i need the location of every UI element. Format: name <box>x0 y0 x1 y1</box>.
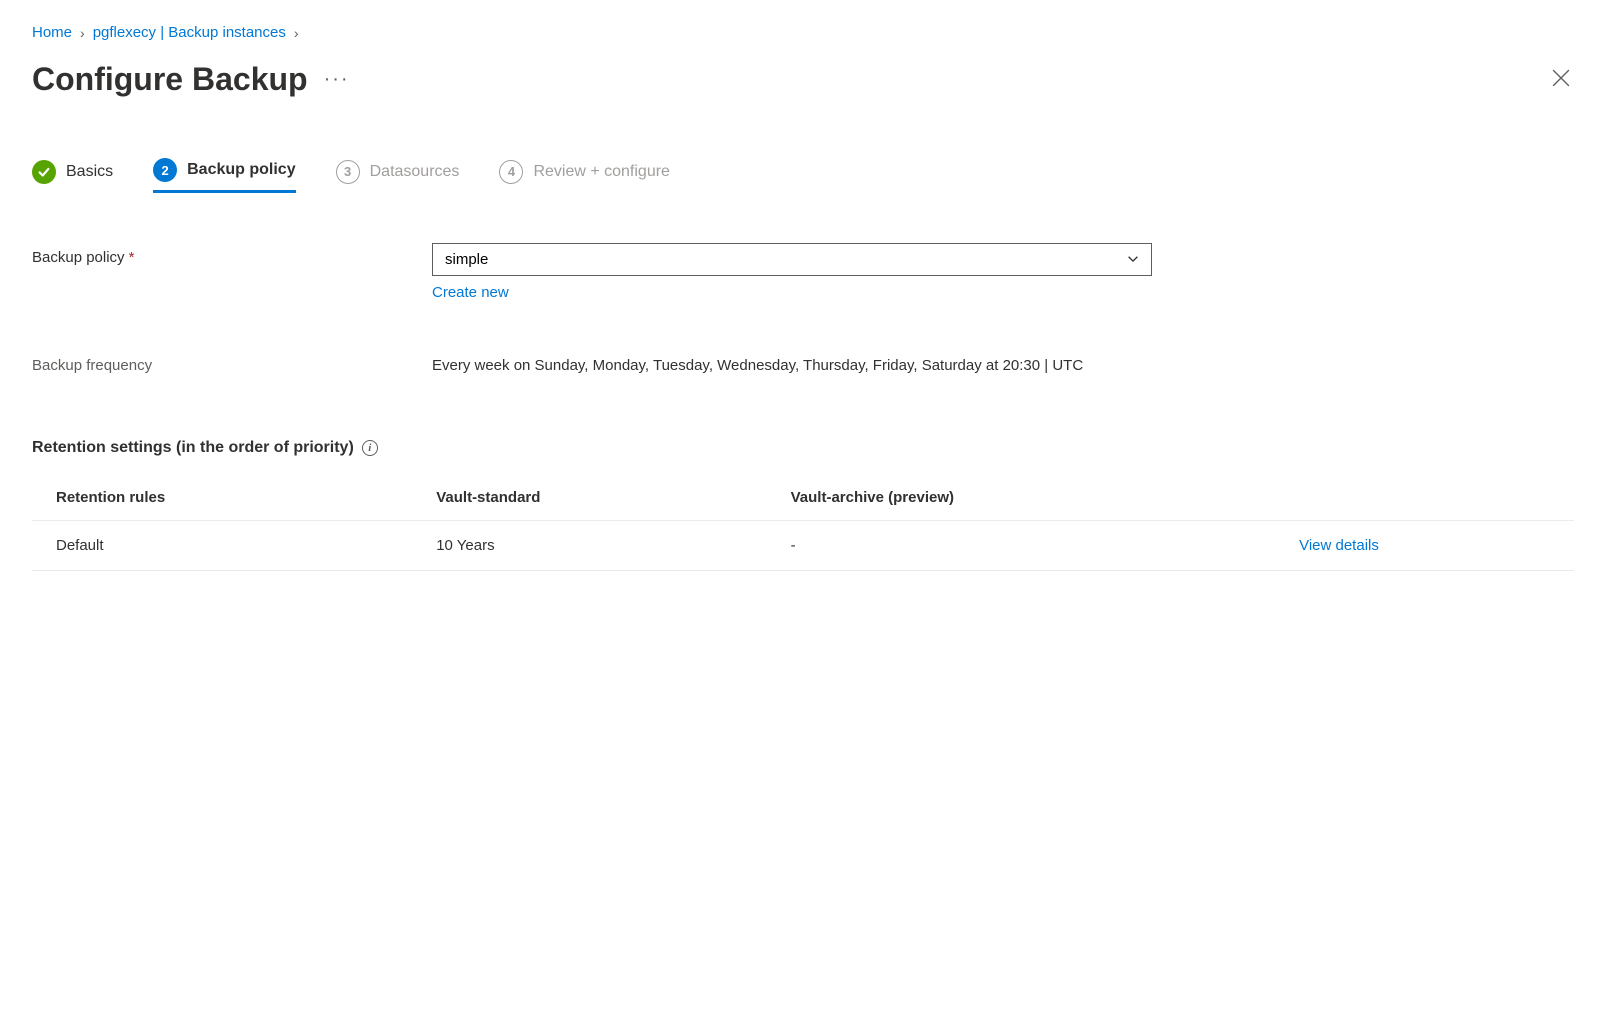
create-new-link[interactable]: Create new <box>432 284 509 301</box>
view-details-link[interactable]: View details <box>1299 537 1379 554</box>
wizard-step-backup-policy[interactable]: 2 Backup policy <box>153 158 295 193</box>
wizard-step-label: Backup policy <box>187 161 295 179</box>
info-icon[interactable]: i <box>362 440 378 456</box>
wizard-step-review[interactable]: 4 Review + configure <box>499 160 670 192</box>
retention-table: Retention rules Vault-standard Vault-arc… <box>32 477 1574 571</box>
backup-frequency-label: Backup frequency <box>32 351 432 374</box>
wizard-step-label: Datasources <box>370 163 460 181</box>
page-header: Configure Backup ··· <box>32 61 1574 98</box>
breadcrumb: Home › pgflexecy | Backup instances › <box>32 24 1574 41</box>
wizard-step-label: Basics <box>66 163 113 181</box>
wizard-steps: Basics 2 Backup policy 3 Datasources 4 R… <box>32 158 1574 193</box>
wizard-step-label: Review + configure <box>533 163 670 181</box>
check-icon <box>32 160 56 184</box>
wizard-step-basics[interactable]: Basics <box>32 160 113 192</box>
close-icon <box>1552 69 1570 87</box>
chevron-right-icon: › <box>294 25 299 41</box>
backup-policy-select[interactable] <box>432 243 1152 276</box>
breadcrumb-link-instances[interactable]: pgflexecy | Backup instances <box>93 24 286 41</box>
chevron-right-icon: › <box>80 25 85 41</box>
step-number-icon: 3 <box>336 160 360 184</box>
retention-rule-name: Default <box>32 520 420 570</box>
form-row-backup-frequency: Backup frequency Every week on Sunday, M… <box>32 351 1574 379</box>
retention-settings-heading: Retention settings (in the order of prio… <box>32 439 1574 457</box>
column-header-standard: Vault-standard <box>420 477 774 521</box>
backup-frequency-value: Every week on Sunday, Monday, Tuesday, W… <box>432 351 1152 379</box>
column-header-action <box>1283 477 1574 521</box>
table-row: Default 10 Years - View details <box>32 520 1574 570</box>
wizard-step-datasources[interactable]: 3 Datasources <box>336 160 460 192</box>
column-header-archive: Vault-archive (preview) <box>775 477 1283 521</box>
close-button[interactable] <box>1548 65 1574 94</box>
step-number-icon: 4 <box>499 160 523 184</box>
step-number-icon: 2 <box>153 158 177 182</box>
required-indicator: * <box>129 249 135 266</box>
backup-policy-label: Backup policy* <box>32 243 432 266</box>
page-title: Configure Backup <box>32 61 308 98</box>
form-row-backup-policy: Backup policy* Create new <box>32 243 1574 301</box>
retention-archive-value: - <box>775 520 1283 570</box>
breadcrumb-link-home[interactable]: Home <box>32 24 72 41</box>
column-header-rules: Retention rules <box>32 477 420 521</box>
retention-standard-value: 10 Years <box>420 520 774 570</box>
more-icon[interactable]: ··· <box>324 68 350 91</box>
